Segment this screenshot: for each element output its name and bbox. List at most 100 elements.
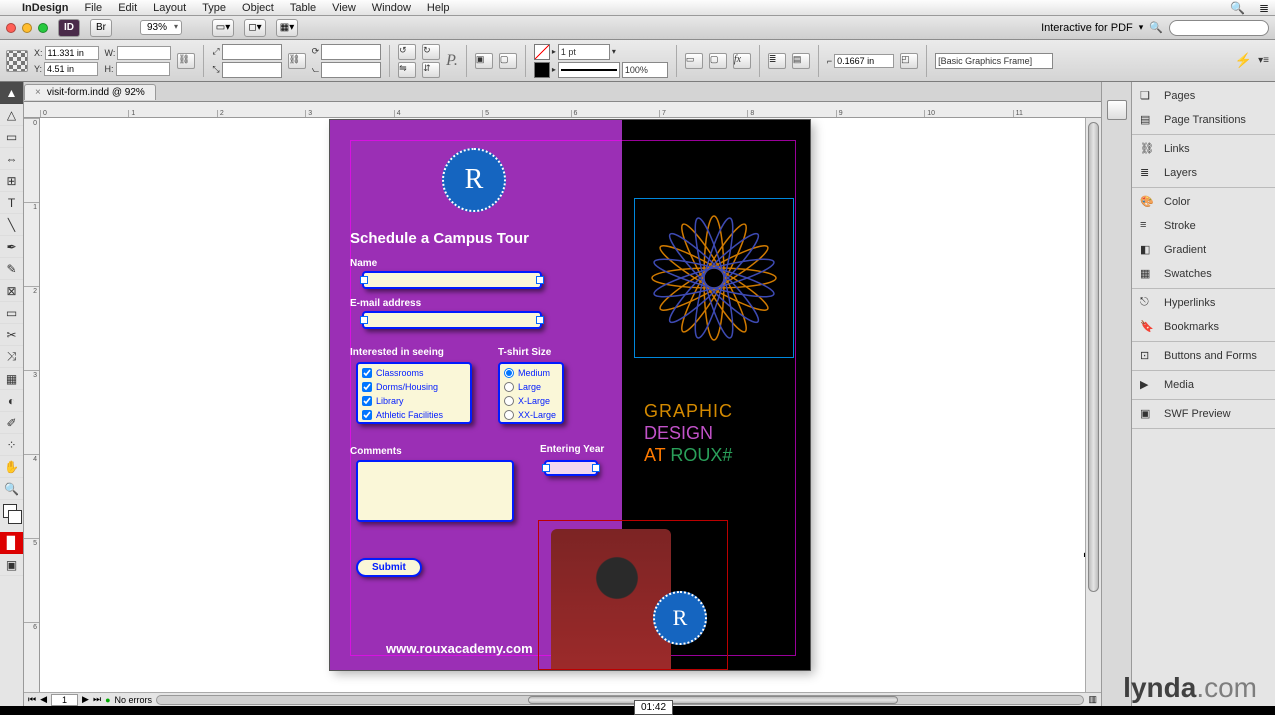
rad-xl[interactable]: X-Large — [504, 396, 550, 406]
stroke-chevron-icon[interactable]: ▸ — [552, 65, 556, 74]
workspace-chevron-icon[interactable]: ▾ — [1139, 22, 1144, 33]
vscroll-thumb[interactable] — [1088, 122, 1099, 592]
reference-point-proxy[interactable] — [6, 50, 28, 72]
gradient-feather-tool[interactable]: ◐ — [0, 390, 23, 412]
panel-hyperlinks[interactable]: ⎋Hyperlinks — [1132, 291, 1275, 315]
menu-window[interactable]: Window — [372, 2, 411, 14]
select-content-button[interactable]: ▢ — [499, 53, 517, 69]
vertical-ruler[interactable]: 0 1 2 3 4 5 6 — [24, 118, 40, 706]
next-page-button[interactable]: ▶ — [82, 694, 89, 705]
object-style-dropdown[interactable]: [Basic Graphics Frame] — [935, 53, 1053, 69]
rectangle-tool[interactable]: ▭ — [0, 302, 23, 324]
eyedropper-tool[interactable]: ⁘ — [0, 434, 23, 456]
hand-tool[interactable]: ✋ — [0, 456, 23, 478]
scissors-tool[interactable]: ✂ — [0, 324, 23, 346]
free-transform-tool[interactable]: ⤨ — [0, 346, 23, 368]
prev-page-button[interactable]: ◀ — [40, 694, 47, 705]
type-tool[interactable]: T — [0, 192, 23, 214]
zoom-tool[interactable]: 🔍 — [0, 478, 23, 500]
pen-tool[interactable]: ✒ — [0, 236, 23, 258]
fx-button[interactable]: fx — [733, 53, 751, 69]
select-container-button[interactable]: ▣ — [475, 53, 493, 69]
last-page-button[interactable]: ⏭ — [93, 694, 101, 705]
view-options-button[interactable]: ▭▾ — [212, 19, 234, 37]
stroke-style-field[interactable] — [558, 62, 620, 78]
document-tab[interactable]: × visit-form.indd @ 92% — [24, 84, 156, 100]
auto-fit-button[interactable]: ▭ — [685, 53, 703, 69]
panel-layers[interactable]: ≣Layers — [1132, 161, 1275, 185]
menu-layout[interactable]: Layout — [153, 2, 186, 14]
menu-view[interactable]: View — [332, 2, 356, 14]
h-field[interactable] — [116, 62, 170, 76]
spotlight-icon[interactable]: 🔍 — [1230, 1, 1245, 15]
arrange-button[interactable]: ▦▾ — [276, 19, 298, 37]
scale-y-field[interactable] — [222, 62, 282, 78]
page-spread[interactable]: R Schedule a Campus Tour Name E-mail add… — [330, 120, 810, 670]
panel-media[interactable]: ▶Media — [1132, 373, 1275, 397]
wrap-none-button[interactable]: ≣ — [768, 53, 786, 69]
opacity-field[interactable]: 100% — [622, 62, 668, 78]
menu-help[interactable]: Help — [427, 2, 450, 14]
email-field-frame[interactable] — [362, 311, 542, 329]
shear-field[interactable] — [321, 62, 381, 78]
panel-stroke[interactable]: ≡Stroke — [1132, 214, 1275, 238]
split-view-button[interactable]: ▥ — [1088, 694, 1097, 705]
rotate-ccw-button[interactable]: ↺ — [398, 44, 416, 60]
panel-swf-preview[interactable]: ▣SWF Preview — [1132, 402, 1275, 426]
chk-dorms[interactable]: Dorms/Housing — [362, 382, 438, 392]
page-tool[interactable]: ▭ — [0, 126, 23, 148]
panel-swatches[interactable]: ▦Swatches — [1132, 262, 1275, 286]
direct-selection-tool[interactable]: △ — [0, 104, 23, 126]
stroke-weight-chevron-icon[interactable]: ▾ — [612, 47, 616, 56]
comments-frame[interactable] — [356, 460, 514, 522]
panel-pages[interactable]: ❏Pages — [1132, 84, 1275, 108]
fill-swatch[interactable] — [534, 44, 550, 60]
scale-x-field[interactable] — [222, 44, 282, 60]
screen-mode-button[interactable]: ◻▾ — [244, 19, 266, 37]
hscroll-thumb[interactable] — [528, 696, 899, 704]
canvas-viewport[interactable]: 0 1 2 3 4 5 6 R Schedule a Campus Tour N… — [24, 118, 1101, 706]
workspace-switcher[interactable]: Interactive for PDF — [1041, 22, 1133, 34]
rad-xxl[interactable]: XX-Large — [504, 410, 556, 420]
menu-table[interactable]: Table — [290, 2, 316, 14]
constrain-proportions-icon[interactable]: ⛓ — [177, 53, 195, 69]
panel-bookmarks[interactable]: 🔖Bookmarks — [1132, 315, 1275, 339]
rectangle-frame-tool[interactable]: ⊠ — [0, 280, 23, 302]
window-controls[interactable] — [6, 23, 48, 33]
panel-links[interactable]: ⛓Links — [1132, 137, 1275, 161]
panel-buttons-forms[interactable]: ⊡Buttons and Forms — [1132, 344, 1275, 368]
selection-tool[interactable]: ▲ — [0, 82, 23, 104]
flower-art-frame[interactable] — [634, 198, 794, 358]
constrain-scale-icon[interactable]: ⛓ — [288, 53, 306, 69]
panel-color[interactable]: 🎨Color — [1132, 190, 1275, 214]
chk-athletic[interactable]: Athletic Facilities — [362, 410, 443, 420]
apply-color-button[interactable]: ▉ — [0, 532, 23, 554]
name-field-frame[interactable] — [362, 271, 542, 289]
menu-object[interactable]: Object — [242, 2, 274, 14]
stroke-swatch[interactable] — [534, 62, 550, 78]
submit-button-frame[interactable]: Submit — [356, 558, 422, 577]
rad-large[interactable]: Large — [504, 382, 541, 392]
chk-library[interactable]: Library — [362, 396, 404, 406]
horizontal-scrollbar[interactable] — [156, 695, 1084, 705]
vertical-scrollbar[interactable] — [1085, 118, 1101, 706]
year-field-frame[interactable] — [544, 460, 598, 476]
panel-gradient[interactable]: ◧Gradient — [1132, 238, 1275, 262]
corner-shape-button[interactable]: ◰ — [900, 53, 918, 69]
fill-chevron-icon[interactable]: ▸ — [552, 47, 556, 56]
cc-libraries-icon[interactable] — [1107, 100, 1127, 120]
canvas[interactable]: R Schedule a Campus Tour Name E-mail add… — [40, 118, 1083, 706]
panel-page-transitions[interactable]: ▤Page Transitions — [1132, 108, 1275, 132]
rad-medium[interactable]: Medium — [504, 368, 550, 378]
photo-frame[interactable]: R — [538, 520, 728, 670]
chk-classrooms[interactable]: Classrooms — [362, 368, 424, 378]
flip-h-button[interactable]: ⇋ — [398, 62, 416, 78]
first-page-button[interactable]: ⏮ — [28, 694, 36, 705]
horizontal-ruler[interactable]: 0 1 2 3 4 5 6 7 8 9 10 11 — [24, 102, 1101, 118]
app-name[interactable]: InDesign — [22, 2, 68, 14]
bridge-button[interactable]: Br — [90, 19, 112, 37]
content-collector-tool[interactable]: ⊞ — [0, 170, 23, 192]
screen-mode-toggle[interactable]: ▣ — [0, 554, 23, 576]
menu-extra-icon[interactable]: ≣ — [1259, 1, 1269, 15]
pencil-tool[interactable]: ✎ — [0, 258, 23, 280]
